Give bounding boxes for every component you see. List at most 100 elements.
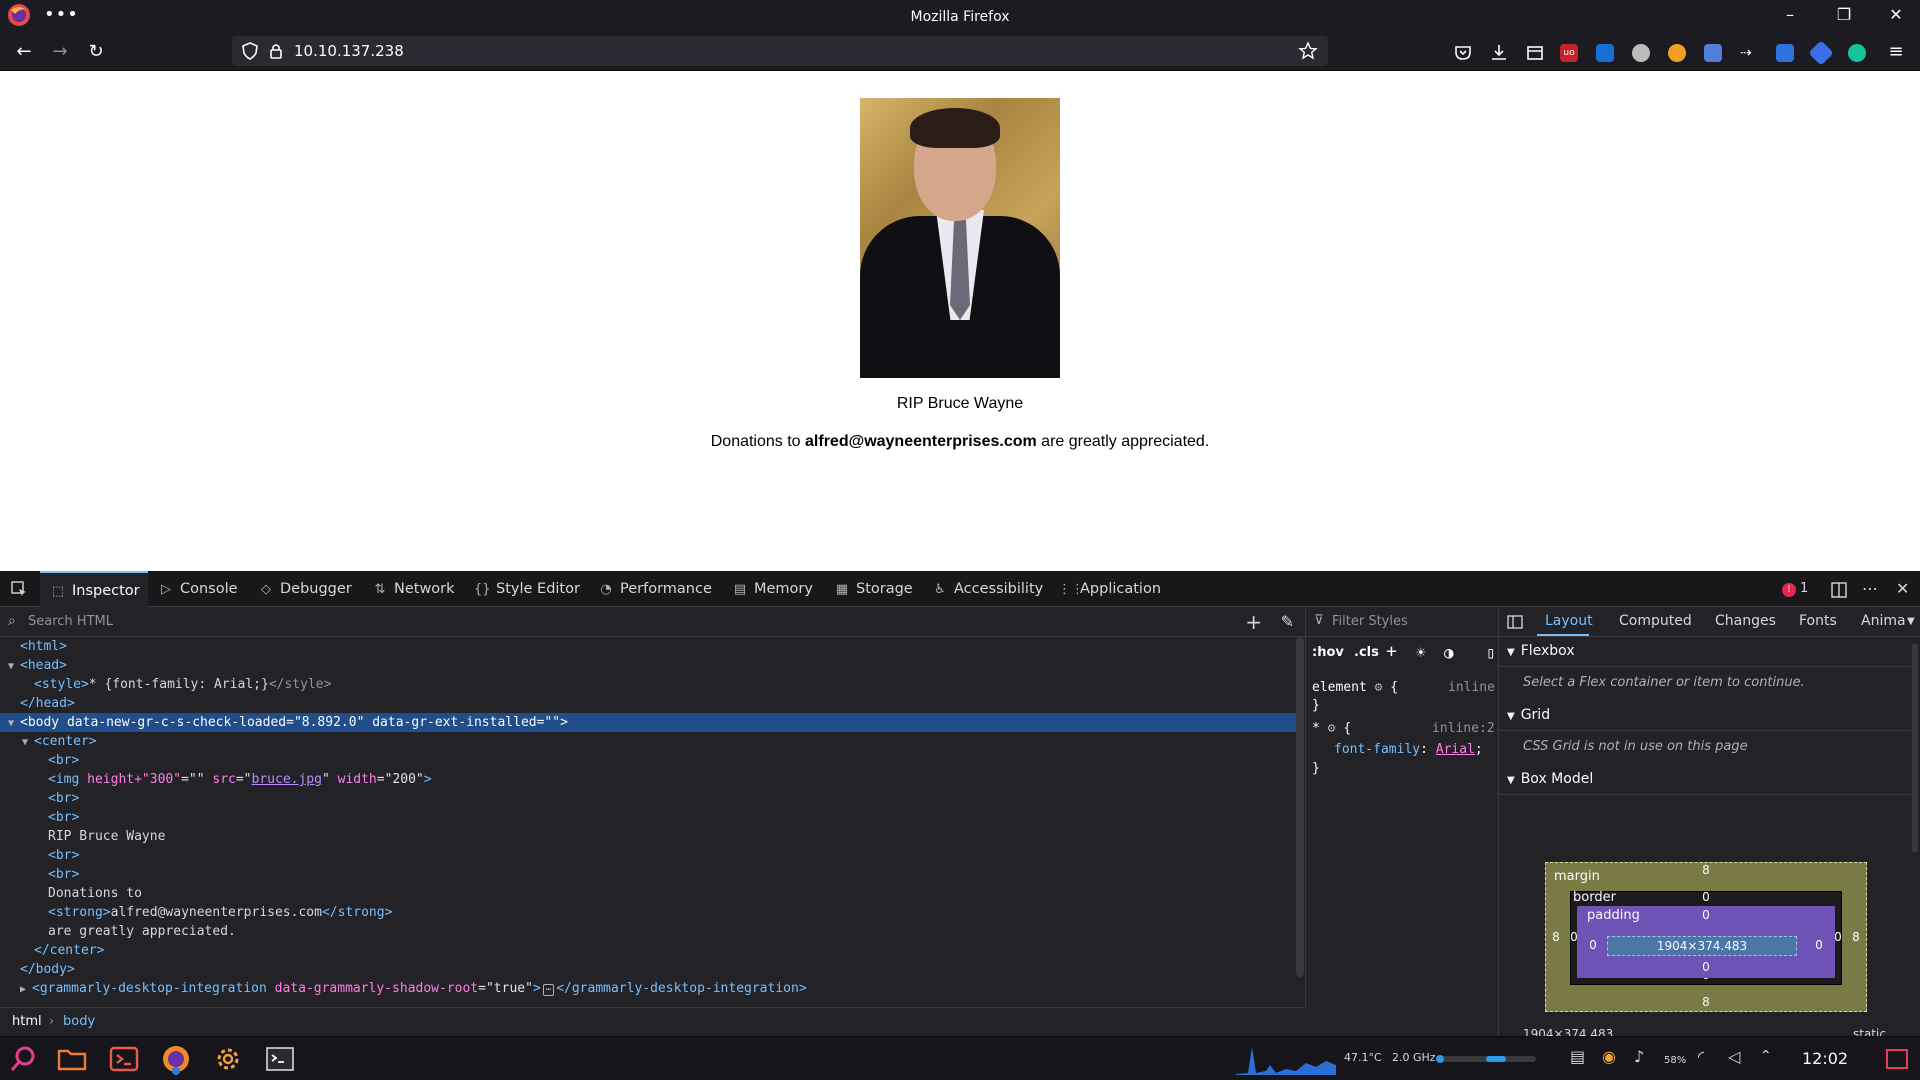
reader-view-icon[interactable] (1524, 42, 1546, 64)
reload-button[interactable]: ↻ (82, 38, 110, 66)
add-rule-icon[interactable]: + (1386, 641, 1397, 662)
markup-line[interactable]: <strong>alfred@wayneenterprises.com</str… (0, 903, 1296, 922)
filter-styles-bar[interactable]: ⊽ Filter Styles (1306, 607, 1499, 637)
extension-j-icon[interactable] (1776, 44, 1794, 62)
terminal-icon[interactable] (264, 1043, 296, 1075)
rule-source-inline[interactable]: inline (1448, 680, 1495, 695)
rule-source-inline2[interactable]: inline:2 (1432, 721, 1495, 736)
grammarly-icon[interactable] (1848, 44, 1866, 62)
toggle-pane-icon[interactable] (1507, 614, 1523, 630)
box-model-padding[interactable]: padding 0 0 0 0 1904×374.483 (1577, 906, 1835, 978)
settings-gear-icon[interactable] (212, 1043, 244, 1075)
box-model-section[interactable]: ▼ Box Model (1499, 765, 1911, 795)
devtools-close-icon[interactable]: ✕ (1896, 571, 1909, 607)
markup-line[interactable]: <br> (0, 865, 1296, 884)
extension-arrow-icon[interactable]: ⇢ (1740, 44, 1758, 62)
markup-line[interactable]: ▼ <center> (0, 732, 1296, 751)
tabs-overflow-icon[interactable]: ▼ (1907, 616, 1915, 627)
extension-blue-icon[interactable] (1596, 44, 1614, 62)
padding-bottom-value[interactable]: 0 (1697, 960, 1715, 974)
grid-section[interactable]: ▼ Grid (1499, 701, 1911, 731)
expand-triangle-icon[interactable]: ▼ (8, 714, 20, 733)
margin-bottom-value[interactable]: 8 (1696, 995, 1716, 1009)
markup-line[interactable]: <br> (0, 789, 1296, 808)
url-text[interactable]: 10.10.137.238 (294, 42, 404, 60)
css-value[interactable]: Arial (1436, 742, 1475, 757)
padding-right-value[interactable]: 0 (1813, 938, 1825, 952)
margin-top-value[interactable]: 8 (1696, 863, 1716, 877)
bulb-icon[interactable]: ◉ (1602, 1047, 1616, 1066)
border-top-value[interactable]: 0 (1697, 890, 1715, 904)
light-theme-icon[interactable]: ☀ (1416, 643, 1426, 662)
html-search-bar[interactable]: ⌕ Search HTML + ✎ (0, 607, 1306, 637)
markup-line[interactable]: Donations to (0, 884, 1296, 903)
flexbox-section[interactable]: ▼ Flexbox (1499, 637, 1911, 667)
expand-children-badge[interactable]: ⋯ (542, 984, 555, 996)
tab-application[interactable]: ⋮⋮Application (1058, 571, 1161, 607)
search-icon[interactable] (8, 1043, 40, 1075)
gear-icon[interactable]: ⚙ (1375, 680, 1383, 695)
app-menu-icon[interactable]: ≡ (1882, 38, 1910, 66)
markup-line[interactable]: <br> (0, 808, 1296, 827)
tab-accessibility[interactable]: ♿ Accessibility (932, 571, 1043, 607)
tab-memory[interactable]: ▤ Memory (732, 571, 813, 607)
eyedropper-icon[interactable]: ✎ (1281, 612, 1294, 631)
volume-slider[interactable] (1436, 1055, 1536, 1063)
speaker-icon[interactable]: ◁ (1728, 1047, 1740, 1066)
error-count-badge[interactable]: ! 1 (1782, 571, 1808, 607)
layout-scrollbar[interactable] (1912, 643, 1918, 853)
extension-face-icon[interactable] (1632, 44, 1650, 62)
tab-style-editor[interactable]: {} Style Editor (474, 571, 580, 607)
image-src-link[interactable]: bruce.jpg (252, 772, 322, 787)
markup-line-selected[interactable]: ▼ <body data-new-gr-c-s-check-loaded="8.8… (0, 713, 1296, 732)
breadcrumb-html[interactable]: html (12, 1014, 42, 1029)
markup-line[interactable]: </center> (0, 941, 1296, 960)
print-media-icon[interactable]: ▯ (1486, 643, 1496, 662)
add-node-icon[interactable]: + (1245, 610, 1262, 634)
audio-icon[interactable]: ♪ (1634, 1047, 1644, 1066)
search-html-input[interactable]: Search HTML (28, 614, 113, 629)
pocket-icon[interactable] (1452, 42, 1474, 64)
tab-layout[interactable]: Layout (1545, 613, 1593, 629)
extension-diamond-icon[interactable] (1808, 40, 1834, 66)
markup-line[interactable]: ▼ <head> (0, 656, 1296, 675)
markup-scrollbar[interactable] (1296, 637, 1304, 977)
dock-side-icon[interactable] (1830, 581, 1848, 599)
element-picker-icon[interactable] (10, 580, 28, 598)
breadcrumb-body[interactable]: body (63, 1014, 95, 1029)
devtools-more-icon[interactable]: ⋯ (1862, 571, 1878, 607)
tab-animations[interactable]: Anima (1861, 613, 1905, 629)
tab-storage[interactable]: ▦ Storage (834, 571, 913, 607)
markup-line[interactable]: </head> (0, 694, 1296, 713)
tab-console[interactable]: ▷ Console (158, 571, 238, 607)
network-wifi-icon[interactable]: ◜ (1698, 1047, 1704, 1066)
markup-line[interactable]: <img height+"300"="" src="bruce.jpg" wid… (0, 770, 1296, 789)
bookmark-star-icon[interactable] (1298, 41, 1318, 61)
markup-line[interactable]: <br> (0, 846, 1296, 865)
filter-styles-input[interactable]: Filter Styles (1332, 614, 1408, 629)
expand-triangle-icon[interactable]: ▼ (8, 657, 20, 676)
terminal-app-icon[interactable] (108, 1043, 140, 1075)
cls-button[interactable]: .cls (1354, 645, 1379, 660)
folder-icon[interactable] (56, 1043, 88, 1075)
markup-line[interactable]: <style>* {font-family: Arial;}</style> (0, 675, 1296, 694)
url-bar[interactable]: 10.10.137.238 (232, 36, 1328, 66)
tab-debugger[interactable]: ◇ Debugger (258, 571, 352, 607)
padding-left-value[interactable]: 0 (1587, 938, 1599, 952)
box-model-border[interactable]: border 0 0 0 0 padding 0 0 0 0 1904×374.… (1570, 890, 1842, 985)
markup-line[interactable]: RIP Bruce Wayne (0, 827, 1296, 846)
tab-changes[interactable]: Changes (1715, 613, 1776, 629)
margin-right-value[interactable]: 8 (1850, 930, 1862, 944)
clipboard-icon[interactable]: ▤ (1570, 1047, 1585, 1066)
tab-performance[interactable]: ◔ Performance (598, 571, 712, 607)
shield-icon[interactable] (240, 41, 260, 61)
box-model-margin[interactable]: margin 8 8 8 8 border 0 0 0 0 padding 0 … (1545, 862, 1867, 1012)
tray-expand-icon[interactable]: ⌃ (1760, 1048, 1772, 1064)
markup-line[interactable]: <br> (0, 751, 1296, 770)
markup-line[interactable]: are greatly appreciated. (0, 922, 1296, 941)
downloads-icon[interactable] (1488, 42, 1510, 64)
markup-line[interactable]: ▶ <grammarly-desktop-integration data-gra… (0, 979, 1296, 998)
close-window-button[interactable]: ✕ (1876, 2, 1916, 28)
dark-theme-icon[interactable]: ◑ (1444, 643, 1454, 662)
markup-line[interactable]: </body> (0, 960, 1296, 979)
